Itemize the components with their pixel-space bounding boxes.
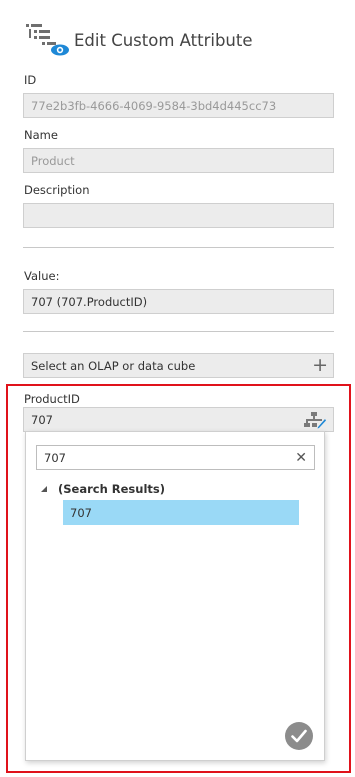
section-divider (23, 331, 334, 332)
section-divider (23, 247, 334, 248)
tree-node-search-results[interactable]: (Search Results) (39, 480, 165, 498)
value-field[interactable]: 707 (707.ProductID) (23, 289, 334, 314)
hierarchy-edit-icon[interactable] (304, 411, 326, 429)
clear-search-icon[interactable]: ✕ (295, 450, 307, 466)
collapse-triangle-icon[interactable] (39, 484, 49, 494)
product-id-label: ProductID (24, 392, 80, 406)
confirm-button[interactable] (285, 722, 313, 750)
id-label: ID (24, 73, 37, 87)
olap-cube-select-label: Select an OLAP or data cube (31, 358, 196, 373)
name-label: Name (24, 128, 58, 142)
page-title: Edit Custom Attribute (74, 30, 253, 50)
search-input[interactable]: 707 ✕ (36, 445, 315, 470)
description-field[interactable] (23, 203, 334, 228)
olap-cube-select-button[interactable]: Select an OLAP or data cube + (23, 353, 334, 378)
custom-attribute-view-icon (22, 22, 70, 58)
id-field[interactable]: 77e2b3fb-4666-4069-9584-3bd4d445cc73 (23, 93, 334, 118)
tree-item-label: 707 (70, 505, 92, 520)
description-label: Description (24, 183, 90, 197)
product-id-dropdown-panel: 707 ✕ (Search Results) 707 (25, 431, 325, 761)
checkmark-icon (291, 729, 307, 743)
value-label: Value: (24, 269, 60, 283)
plus-icon[interactable]: + (312, 356, 328, 375)
tree-item-selected[interactable]: 707 (63, 500, 299, 525)
panel-header: Edit Custom Attribute (22, 22, 253, 58)
product-id-value: 707 (31, 412, 53, 427)
name-field[interactable]: Product (23, 148, 334, 173)
tree-node-label: (Search Results) (58, 482, 166, 496)
search-input-value: 707 (44, 450, 66, 465)
product-id-dropdown[interactable]: 707 (23, 407, 334, 432)
